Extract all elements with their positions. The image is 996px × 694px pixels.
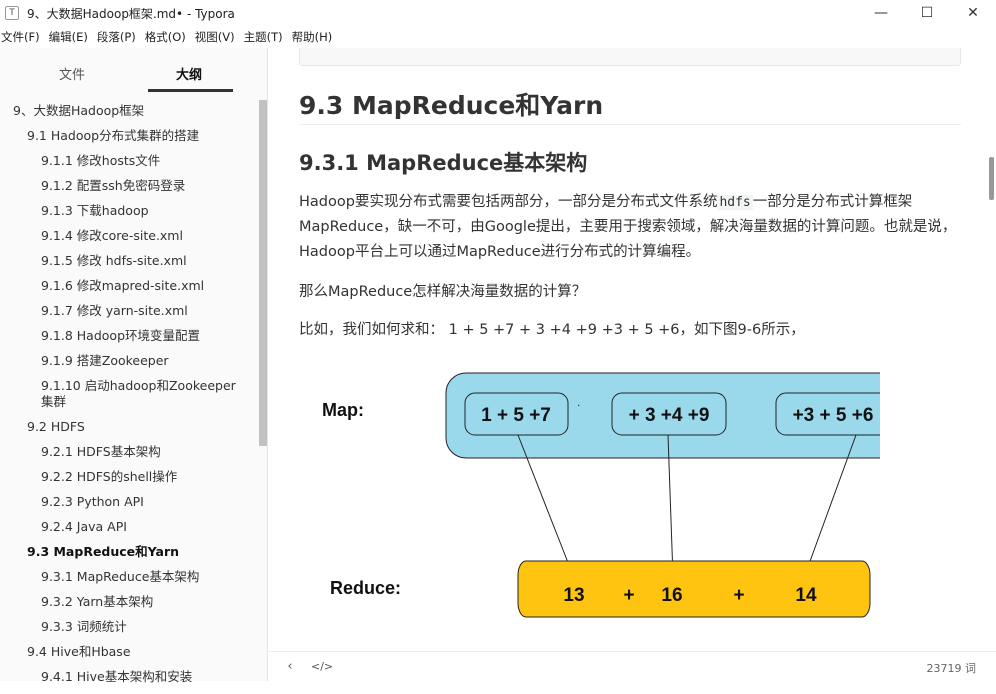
map-box-2-text: + 3 +4 +9 bbox=[629, 405, 710, 426]
outline-item[interactable]: 9.1.5 修改 hdfs-site.xml bbox=[0, 253, 258, 269]
minimize-button[interactable]: — bbox=[858, 0, 904, 26]
code-block[interactable] bbox=[299, 48, 961, 66]
outline-item[interactable]: 9.1.3 下载hadoop bbox=[0, 203, 258, 219]
chevron-left-icon[interactable]: ‹ bbox=[281, 659, 299, 674]
paragraph-intro: Hadoop要实现分布式需要包括两部分，一部分是分布式文件系统 hdfs 一部分是分… bbox=[299, 190, 964, 265]
menu-help[interactable]: 帮助(H) bbox=[291, 29, 336, 45]
stray-dot: . bbox=[577, 395, 580, 409]
outline-item[interactable]: 9、大数据Hadoop框架 bbox=[0, 103, 258, 119]
outline-item[interactable]: 9.1 Hadoop分布式集群的搭建 bbox=[0, 128, 258, 144]
outline-item[interactable]: 9.1.6 修改mapred-site.xml bbox=[0, 278, 258, 294]
outline-list: 9、大数据Hadoop框架 9.1 Hadoop分布式集群的搭建 9.1.1 修改h… bbox=[0, 103, 258, 694]
mapreduce-diagram: Map: 1 + 5 +7 + 3 +4 +9 +3 + 5 +6 . Redu… bbox=[322, 372, 880, 618]
maximize-button[interactable]: ☐ bbox=[904, 0, 950, 26]
reduce-value-2: 16 bbox=[661, 585, 682, 606]
paragraph-example: 比如，我们如何求和： 1 + 5 +7 + 3 +4 +9 +3 + 5 +6，… bbox=[299, 322, 805, 338]
menu-view[interactable]: 视图(V) bbox=[194, 29, 238, 45]
title-bar: T 9、大数据Hadoop框架.md• - Typora — ☐ ✕ bbox=[0, 0, 996, 26]
outline-item[interactable]: 9.2.2 HDFS的shell操作 bbox=[0, 469, 258, 485]
inline-code-hdfs: hdfs bbox=[717, 195, 753, 210]
outline-item[interactable]: 9.1.10 启动hadoop和Zookeeper集群 bbox=[0, 378, 258, 410]
map-box-3-text: +3 + 5 +6 bbox=[793, 405, 874, 426]
outline-item[interactable]: 9.3.2 Yarn基本架构 bbox=[0, 594, 258, 610]
reduce-value-3: 14 bbox=[795, 585, 817, 606]
tab-outline[interactable]: 大纲 bbox=[176, 64, 202, 83]
word-count[interactable]: 23719 词 bbox=[927, 660, 977, 676]
menu-bar: 文件(F) 编辑(E) 段落(P) 格式(O) 视图(V) 主题(T) 帮助(H… bbox=[0, 26, 340, 48]
plus-2: + bbox=[733, 585, 744, 606]
reduce-value-1: 13 bbox=[563, 585, 584, 606]
heading-divider bbox=[299, 124, 961, 125]
outline-item[interactable]: 9.1.9 搭建Zookeeper bbox=[0, 353, 258, 369]
outline-item[interactable]: 9.4.1 Hive基本架构和安装 bbox=[0, 669, 258, 685]
outline-item[interactable]: 9.1.4 修改core-site.xml bbox=[0, 228, 258, 244]
outline-item[interactable]: 9.2.4 Java API bbox=[0, 519, 258, 535]
sidebar: 文件 大纲 9、大数据Hadoop框架 9.1 Hadoop分布式集群的搭建 9.1… bbox=[0, 48, 268, 684]
sidebar-scrollbar[interactable] bbox=[259, 100, 267, 446]
outline-item[interactable]: 9.2.1 HDFS基本架构 bbox=[0, 444, 258, 460]
active-tab-indicator bbox=[148, 89, 233, 92]
plus-1: + bbox=[623, 585, 634, 606]
code-icon[interactable]: </> bbox=[311, 660, 333, 673]
outline-item[interactable]: 9.1.7 修改 yarn-site.xml bbox=[0, 303, 258, 319]
outline-item[interactable]: 9.3.1 MapReduce基本架构 bbox=[0, 569, 258, 585]
sidebar-tabs: 文件 大纲 bbox=[0, 48, 267, 98]
section-heading: 9.3 MapReduce和Yarn bbox=[299, 91, 604, 120]
outline-item[interactable]: 9.1.2 配置ssh免密码登录 bbox=[0, 178, 258, 194]
typora-app-icon: T bbox=[5, 6, 19, 20]
window-title: 9、大数据Hadoop框架.md• - Typora bbox=[27, 6, 235, 21]
outline-item[interactable]: 9.2.3 Python API bbox=[0, 494, 258, 510]
status-bar: ‹ </> 23719 词 bbox=[269, 651, 996, 681]
outline-item[interactable]: 9.1.8 Hadoop环境变量配置 bbox=[0, 328, 258, 344]
outline-item[interactable]: 9.3.3 词频统计 bbox=[0, 619, 258, 635]
window-controls: — ☐ ✕ bbox=[858, 0, 996, 26]
menu-edit[interactable]: 编辑(E) bbox=[48, 29, 91, 45]
outline-item[interactable]: 9.1.1 修改hosts文件 bbox=[0, 153, 258, 169]
outline-item[interactable]: 9.3 MapReduce和Yarn bbox=[0, 544, 258, 560]
close-button[interactable]: ✕ bbox=[950, 0, 996, 26]
menu-format[interactable]: 格式(O) bbox=[144, 29, 189, 45]
editor-scrollbar[interactable] bbox=[989, 157, 994, 200]
tab-files[interactable]: 文件 bbox=[59, 64, 85, 83]
menu-paragraph[interactable]: 段落(P) bbox=[96, 29, 139, 45]
menu-theme[interactable]: 主题(T) bbox=[243, 29, 286, 45]
paragraph-question: 那么MapReduce怎样解决海量数据的计算？ bbox=[299, 284, 587, 300]
map-label: Map: bbox=[322, 400, 364, 420]
menu-file[interactable]: 文件(F) bbox=[0, 29, 43, 45]
reduce-label: Reduce: bbox=[330, 578, 401, 598]
paragraph-intro-text-a: Hadoop要实现分布式需要包括两部分，一部分是分布式文件系统 bbox=[299, 194, 718, 210]
map-box-1-text: 1 + 5 +7 bbox=[481, 405, 551, 426]
outline-item[interactable]: 9.4 Hive和Hbase bbox=[0, 644, 258, 660]
subsection-heading: 9.3.1 MapReduce基本架构 bbox=[299, 151, 588, 175]
outline-item[interactable]: 9.2 HDFS bbox=[0, 419, 258, 435]
